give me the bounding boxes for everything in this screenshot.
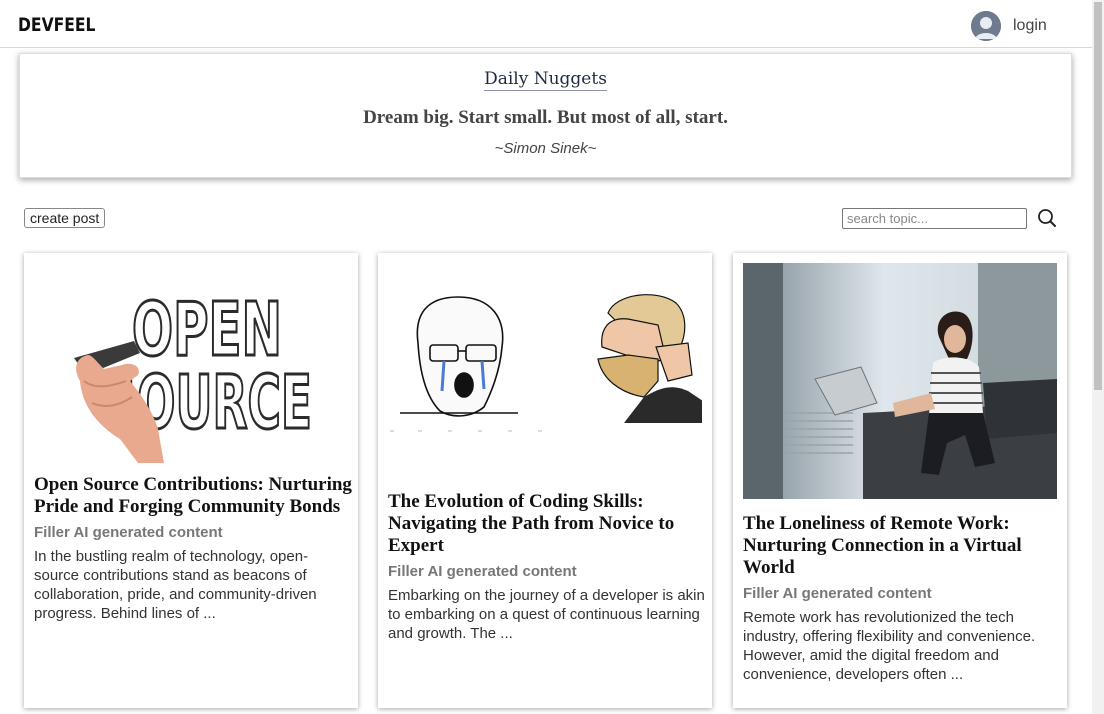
- create-post-button[interactable]: create post: [24, 208, 106, 228]
- post-title[interactable]: Open Source Contributions: Nurturing Pri…: [34, 474, 352, 518]
- page-scrollbar[interactable]: [1092, 0, 1104, 714]
- daily-nuggets-title: Daily Nuggets: [484, 69, 607, 91]
- post-subtitle: Filler AI generated content: [388, 563, 577, 580]
- scrollbar-thumb[interactable]: [1094, 2, 1102, 390]
- daily-quote: Dream big. Start small. But most of all,…: [363, 107, 728, 128]
- post-card-remote-work[interactable]: The Loneliness of Remote Work: Nurturing…: [733, 253, 1067, 708]
- post-card-open-source[interactable]: OPEN SOURCE Open Source Contributions: N…: [24, 253, 358, 708]
- daily-nuggets-panel: Daily Nuggets Dream big. Start small. Bu…: [19, 53, 1072, 178]
- top-navbar: DEVFEEL login: [0, 0, 1092, 48]
- post-image-wojak-chad: [388, 263, 702, 443]
- post-subtitle: Filler AI generated content: [743, 585, 932, 602]
- search-input[interactable]: [842, 208, 1027, 229]
- search-icon[interactable]: [1036, 207, 1058, 229]
- post-card-coding-evolution[interactable]: The Evolution of Coding Skills: Navigati…: [378, 253, 712, 708]
- post-excerpt: Embarking on the journey of a developer …: [388, 587, 705, 642]
- post-image-open-source: OPEN SOURCE: [34, 263, 348, 463]
- login-button[interactable]: login: [971, 11, 1047, 41]
- post-title[interactable]: The Evolution of Coding Skills: Navigati…: [388, 491, 706, 557]
- post-excerpt: In the bustling realm of technology, ope…: [34, 548, 317, 622]
- post-excerpt: Remote work has revolutionized the tech …: [743, 609, 1036, 683]
- brand-logo[interactable]: DEVFEEL: [18, 14, 95, 36]
- post-subtitle: Filler AI generated content: [34, 524, 223, 541]
- post-image-remote-worker: [743, 263, 1057, 499]
- login-label[interactable]: login: [1013, 17, 1047, 35]
- user-avatar-icon[interactable]: [971, 11, 1001, 41]
- post-title[interactable]: The Loneliness of Remote Work: Nurturing…: [743, 513, 1061, 579]
- quote-author: ~Simon Sinek~: [494, 140, 597, 157]
